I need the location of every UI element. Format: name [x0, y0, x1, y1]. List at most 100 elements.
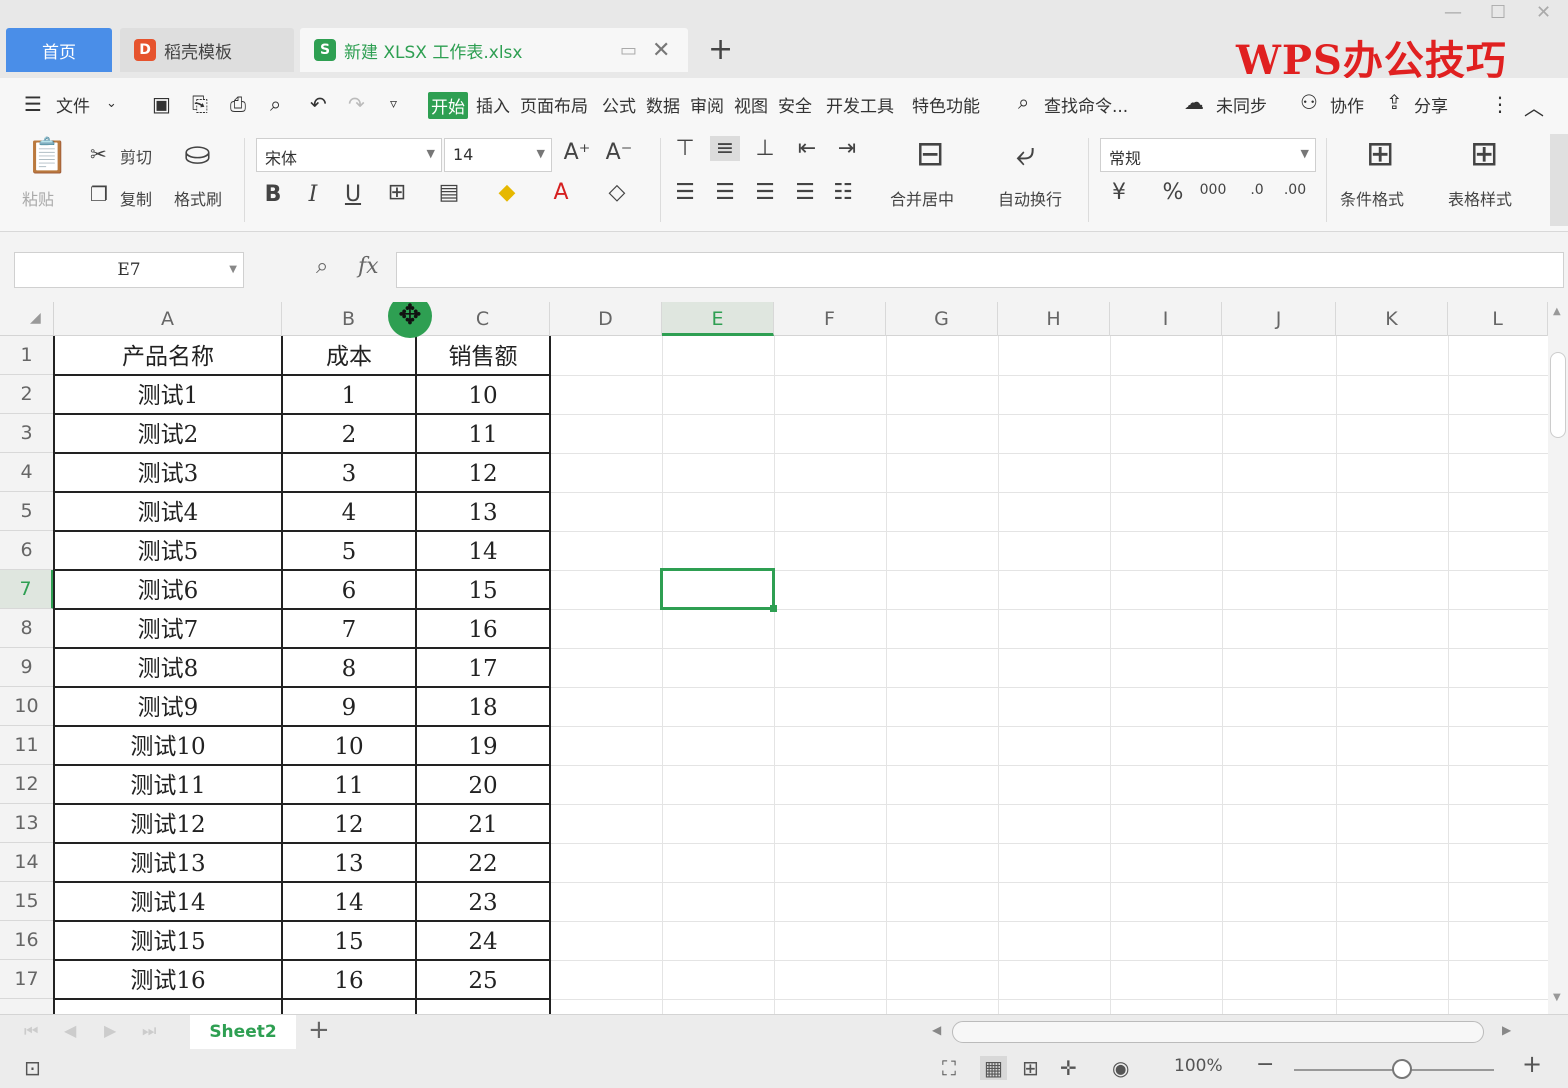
prev-sheet-icon[interactable]: ◀ — [64, 1021, 76, 1040]
row-header-6[interactable]: 6 — [0, 531, 54, 570]
cell-style-icon[interactable]: ▤ — [434, 180, 464, 205]
page-break-view-icon[interactable]: ⊞ — [1022, 1056, 1039, 1080]
column-header-d[interactable]: D — [550, 302, 662, 336]
data-cell[interactable]: 1 — [282, 375, 416, 414]
data-cell[interactable]: 18 — [416, 687, 550, 726]
column-header-l[interactable]: L — [1448, 302, 1548, 336]
justify-icon[interactable]: ☰ — [790, 180, 820, 205]
menu-special-features[interactable]: 特色功能 — [912, 92, 980, 117]
zoom-in-icon[interactable]: + — [1522, 1050, 1542, 1078]
data-cell[interactable]: 测试7 — [54, 609, 282, 648]
bold-icon[interactable]: B — [258, 182, 288, 207]
active-cell-e7[interactable] — [660, 568, 775, 610]
increase-font-icon[interactable]: A⁺ — [562, 140, 592, 165]
ribbon-scroll-right[interactable] — [1550, 134, 1568, 226]
scroll-left-icon[interactable]: ◀ — [932, 1023, 941, 1037]
data-cell[interactable]: 23 — [416, 882, 550, 921]
align-bottom-icon[interactable]: ⊥ — [750, 136, 780, 161]
row-header-14[interactable]: 14 — [0, 843, 54, 882]
font-name-select[interactable]: 宋体 ▼ — [256, 138, 442, 172]
undo-icon[interactable]: ↶ — [310, 92, 327, 116]
column-header-i[interactable]: I — [1110, 302, 1222, 336]
pin-icon[interactable]: ▭ — [620, 40, 637, 61]
distributed-icon[interactable]: ☷ — [828, 180, 858, 205]
data-cell[interactable]: 8 — [282, 648, 416, 687]
menu-insert[interactable]: 插入 — [476, 92, 510, 117]
collaborate-button[interactable]: 协作 — [1330, 92, 1364, 117]
copy-button[interactable]: 复制 — [120, 186, 152, 210]
merge-center-button[interactable]: 合并居中 — [890, 186, 954, 210]
menu-data[interactable]: 数据 — [646, 92, 680, 117]
data-cell[interactable]: 19 — [416, 726, 550, 765]
data-cell[interactable]: 12 — [416, 453, 550, 492]
data-cell[interactable]: 16 — [416, 609, 550, 648]
decrease-decimal-icon[interactable]: .00 — [1280, 182, 1310, 198]
row-header-1[interactable]: 1 — [0, 336, 54, 375]
row-header-5[interactable]: 5 — [0, 492, 54, 531]
data-cell[interactable]: 测试11 — [54, 765, 282, 804]
insert-function-icon[interactable]: fx — [358, 254, 379, 279]
align-center-icon[interactable]: ☰ — [710, 180, 740, 205]
data-cell[interactable]: 17 — [416, 648, 550, 687]
underline-icon[interactable]: U — [338, 182, 368, 207]
data-cell[interactable]: 测试8 — [54, 648, 282, 687]
increase-decimal-icon[interactable]: .0 — [1242, 182, 1272, 198]
data-cell[interactable]: 25 — [416, 960, 550, 999]
align-middle-icon[interactable]: ≡ — [710, 136, 740, 161]
tab-home[interactable]: 首页 — [6, 28, 112, 72]
data-cell[interactable]: 15 — [416, 570, 550, 609]
column-header-g[interactable]: G — [886, 302, 998, 336]
data-cell[interactable]: 24 — [416, 921, 550, 960]
spreadsheet-grid[interactable]: ◢ ABCDEFGHIJKL 1 2 3 4 5 6 7 8 9 10 11 12 13 14 15 16 17… — [0, 302, 1548, 1014]
data-cell[interactable]: 测试6 — [54, 570, 282, 609]
data-cell[interactable]: 11 — [416, 414, 550, 453]
row-header-7[interactable]: 7 — [0, 570, 54, 609]
align-left-icon[interactable]: ☰ — [670, 180, 700, 205]
paste-button[interactable]: 粘贴 — [22, 186, 54, 210]
column-header-e[interactable]: E — [662, 302, 774, 336]
add-sheet-icon[interactable]: + — [308, 1015, 330, 1045]
data-cell[interactable]: 14 — [282, 882, 416, 921]
hamburger-icon[interactable]: ☰ — [24, 92, 42, 116]
data-cell[interactable]: 6 — [282, 570, 416, 609]
scroll-right-icon[interactable]: ▶ — [1502, 1023, 1511, 1037]
data-cell[interactable]: 20 — [416, 765, 550, 804]
tab-workbook[interactable]: S 新建 XLSX 工作表.xlsx ▭ ✕ — [300, 28, 688, 72]
borders-icon[interactable]: ⊞ — [382, 180, 412, 205]
data-cell[interactable]: 测试12 — [54, 804, 282, 843]
row-header-12[interactable]: 12 — [0, 765, 54, 804]
menu-page-layout[interactable]: 页面布局 — [520, 92, 588, 117]
zoom-slider-knob[interactable] — [1392, 1059, 1412, 1079]
data-cell[interactable]: 测试2 — [54, 414, 282, 453]
share-button[interactable]: 分享 — [1414, 92, 1448, 117]
close-window-icon[interactable]: ✕ — [1536, 2, 1551, 23]
fullscreen-icon[interactable]: ⛶ — [942, 1056, 956, 1080]
print-preview-icon[interactable]: ⌕ — [270, 92, 281, 116]
data-cell[interactable]: 16 — [282, 960, 416, 999]
more-icon[interactable]: ⋮ — [1490, 92, 1510, 116]
row-header-3[interactable]: 3 — [0, 414, 54, 453]
sheet-tab-sheet2[interactable]: Sheet2 — [190, 1015, 296, 1049]
vertical-scrollbar[interactable]: ▲ ▼ — [1548, 302, 1568, 1014]
align-right-icon[interactable]: ☰ — [750, 180, 780, 205]
wrap-text-button[interactable]: 自动换行 — [998, 186, 1062, 210]
row-header-11[interactable]: 11 — [0, 726, 54, 765]
conditional-format-button[interactable]: 条件格式 — [1340, 186, 1404, 210]
export-icon[interactable]: ⎘ — [192, 92, 208, 116]
maximize-icon[interactable]: ☐ — [1490, 2, 1506, 23]
currency-icon[interactable]: ¥ — [1104, 180, 1134, 205]
data-cell[interactable]: 测试3 — [54, 453, 282, 492]
format-painter-button[interactable]: 格式刷 — [174, 186, 222, 210]
thousands-icon[interactable]: 000 — [1198, 182, 1228, 198]
data-cell[interactable]: 13 — [282, 843, 416, 882]
clear-format-icon[interactable]: ◇ — [602, 180, 632, 205]
data-cell[interactable]: 11 — [282, 765, 416, 804]
data-cell[interactable]: 22 — [416, 843, 550, 882]
data-cell[interactable]: 3 — [282, 453, 416, 492]
column-header-c[interactable]: C — [416, 302, 550, 336]
data-cell[interactable]: 14 — [416, 531, 550, 570]
data-cell[interactable]: 21 — [416, 804, 550, 843]
formula-input[interactable] — [396, 252, 1564, 288]
data-cell[interactable]: 15 — [282, 921, 416, 960]
menu-home[interactable]: 开始 — [428, 92, 468, 119]
